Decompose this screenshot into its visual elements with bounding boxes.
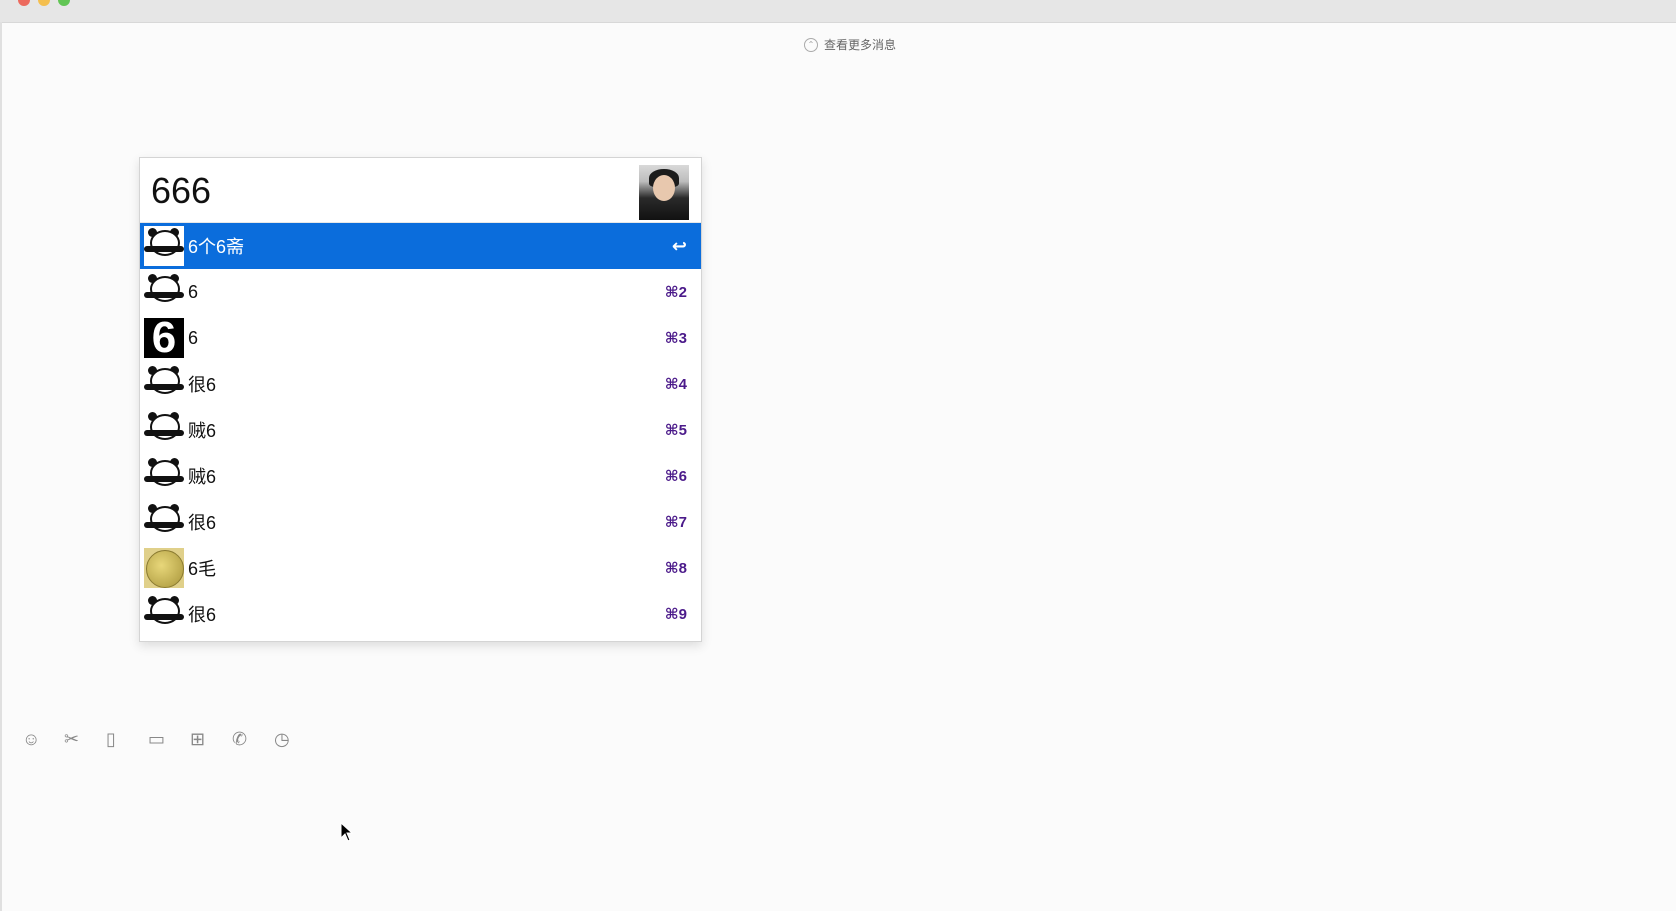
sticker-label: 6毛 [188,559,217,579]
sticker-thumbnail: 6 [144,318,184,358]
chevron-up-icon: ⌃ [804,37,818,52]
view-more-messages-label: 查看更多消息 [824,38,897,52]
sticker-shortcut: ⌘4 [664,376,687,393]
gift-icon[interactable]: ⊞ [190,727,232,751]
title-bar [0,0,1676,23]
sticker-list-item[interactable]: 贼6 ⌘6 [140,453,701,499]
view-more-messages-link[interactable]: ⌃ 查看更多消息 [804,36,896,53]
sticker-thumbnail [144,456,184,496]
sticker-label: 6 [188,281,199,302]
sticker-list-item[interactable]: 6毛 ⌘8 [140,545,701,591]
clock-icon[interactable]: ◷ [274,727,316,751]
phone-screen-icon[interactable]: ▯ [106,727,148,751]
sticker-list: 6个6斋 ↩ 6 ⌘2 6 6 ⌘3 很6 ⌘4 贼6 ⌘5 贼6 ⌘6 很6 ⌘7 6毛 ⌘8 很6 ⌘9 [140,223,701,637]
minimize-window-button[interactable] [38,0,50,6]
sticker-shortcut: ⌘2 [664,284,687,301]
scissors-icon[interactable]: ✂ [64,727,106,751]
sticker-thumbnail [144,548,184,588]
sticker-shortcut: ⌘6 [664,468,687,485]
sticker-thumbnail [144,410,184,450]
sticker-shortcut: ⌘3 [664,330,687,347]
sticker-list-item[interactable]: 很6 ⌘7 [140,499,701,545]
sticker-label: 贼6 [188,467,217,487]
close-window-button[interactable] [18,0,30,6]
sticker-list-item[interactable]: 很6 ⌘4 [140,361,701,407]
sticker-list-item[interactable]: 很6 ⌘9 [140,591,701,637]
sticker-shortcut: ⌘9 [664,606,687,623]
sticker-list-item[interactable]: 6个6斋 ↩ [140,223,701,269]
avatar [639,165,689,220]
phone-call-icon[interactable]: ✆ [232,727,274,751]
input-toolbar: ☺ ✂ ▯ ▭ ⊞ ✆ ◷ [22,727,316,751]
sticker-thumbnail [144,272,184,312]
sticker-shortcut: ↩ [671,235,687,256]
sticker-suggestion-popup: 666 6个6斋 ↩ 6 ⌘2 6 6 ⌘3 很6 ⌘4 贼6 ⌘5 贼6 ⌘6 很6 ⌘7 6毛 ⌘8 很6 ⌘9 [139,157,702,642]
sticker-thumbnail [144,502,184,542]
chat-window: ⌃ 查看更多消息 666 6个6斋 ↩ 6 ⌘2 6 6 ⌘3 很6 ⌘4 贼6 ⌘5 贼6 ⌘6 很6 ⌘… [0,0,1676,911]
sticker-list-item[interactable]: 6 6 ⌘3 [140,315,701,361]
sticker-label: 贼6 [188,421,217,441]
sticker-label: 6个6斋 [188,237,245,257]
sticker-label: 6 [188,327,199,348]
sticker-list-item[interactable]: 贼6 ⌘5 [140,407,701,453]
sticker-label: 很6 [188,375,217,395]
sticker-thumbnail [144,226,184,266]
sidebar-edge [0,22,2,911]
sticker-shortcut: ⌘5 [664,422,687,439]
sticker-thumbnail [144,594,184,634]
sticker-shortcut: ⌘7 [664,514,687,531]
sticker-list-item[interactable]: 6 ⌘2 [140,269,701,315]
zoom-window-button[interactable] [58,0,70,6]
folder-icon[interactable]: ▭ [148,727,190,751]
sticker-thumbnail [144,364,184,404]
sticker-shortcut: ⌘8 [664,560,687,577]
sticker-search-row: 666 [140,158,701,223]
mouse-cursor-icon [340,822,354,842]
sticker-search-query[interactable]: 666 [151,170,211,212]
sticker-label: 很6 [188,605,217,625]
emoji-icon[interactable]: ☺ [22,727,64,751]
sticker-label: 很6 [188,513,217,533]
